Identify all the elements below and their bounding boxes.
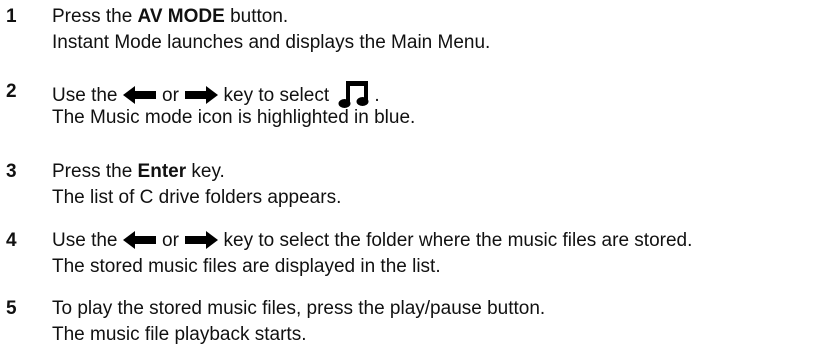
right-arrow-icon [184, 86, 219, 104]
right-arrow-icon [184, 231, 219, 249]
step-number: 1 [6, 6, 17, 27]
step-number: 3 [6, 161, 17, 182]
step-body: Use the or key to select the folder wher… [52, 228, 692, 280]
step-number: 5 [6, 298, 17, 319]
step-body: Use the or key to select . The Music mod… [52, 79, 415, 131]
step-result: Instant Mode launches and displays the M… [52, 32, 491, 53]
step-number: 2 [6, 81, 17, 102]
enter-key-label: Enter [137, 161, 187, 182]
step-instruction: Press the Enter key. [52, 161, 225, 182]
step-instruction: Use the or key to select . [52, 79, 415, 108]
step-result: The list of C drive folders appears. [52, 187, 342, 208]
step-body: Press the Enter key. The list of C drive… [52, 159, 341, 211]
left-arrow-icon [122, 86, 157, 104]
av-mode-label: AV MODE [137, 6, 225, 27]
step-result: The Music mode icon is highlighted in bl… [52, 107, 416, 128]
step-result: The music file playback starts. [52, 324, 307, 345]
left-arrow-icon [122, 231, 157, 249]
step-instruction: Use the or key to select the folder wher… [52, 230, 693, 251]
step-instruction: Press the AV MODE button. [52, 6, 289, 27]
step-instruction: To play the stored music files, press th… [52, 298, 546, 319]
instruction-steps: 1 Press the AV MODE button. Instant Mode… [0, 0, 838, 352]
step-body: Press the AV MODE button. Instant Mode l… [52, 4, 490, 56]
step-number: 4 [6, 230, 17, 251]
step-body: To play the stored music files, press th… [52, 296, 545, 348]
step-result: The stored music files are displayed in … [52, 256, 441, 277]
